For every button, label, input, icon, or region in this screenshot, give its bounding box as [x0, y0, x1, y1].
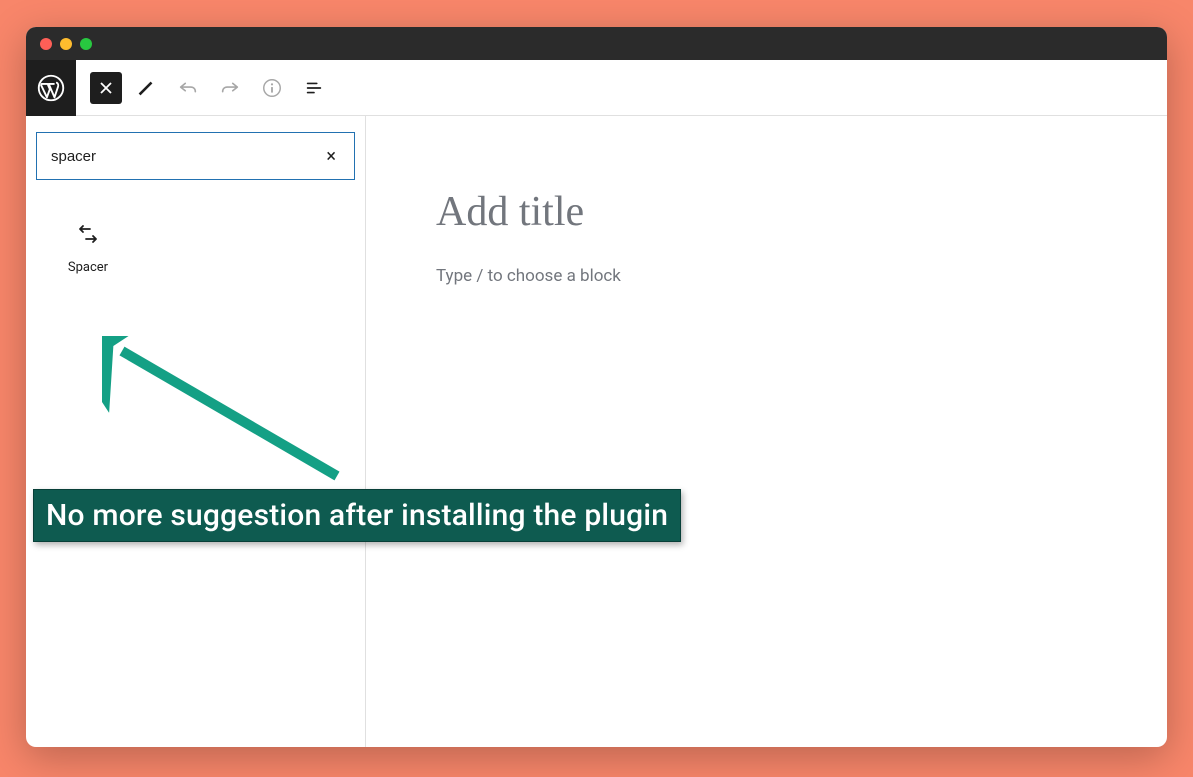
- block-item-label: Spacer: [68, 260, 108, 275]
- outline-button[interactable]: [296, 70, 332, 106]
- pencil-icon: [135, 77, 157, 99]
- block-search-input[interactable]: [51, 148, 322, 165]
- block-search-box: ×: [36, 132, 355, 180]
- edit-mode-button[interactable]: [128, 70, 164, 106]
- redo-icon: [219, 77, 241, 99]
- window-minimize-button[interactable]: [60, 38, 72, 50]
- info-button[interactable]: [254, 70, 290, 106]
- close-icon: [98, 80, 114, 96]
- search-clear-button[interactable]: ×: [322, 142, 340, 171]
- post-body-placeholder[interactable]: Type / to choose a block: [436, 266, 1167, 286]
- annotation-callout: No more suggestion after installing the …: [33, 489, 681, 542]
- editor-canvas[interactable]: Add title Type / to choose a block: [366, 116, 1167, 747]
- block-inserter-toggle[interactable]: [90, 72, 122, 104]
- app-window: × Spacer Add title Type / to choose a bl…: [26, 27, 1167, 747]
- post-title-placeholder[interactable]: Add title: [436, 188, 1167, 236]
- window-titlebar: [26, 27, 1167, 60]
- undo-button[interactable]: [170, 70, 206, 106]
- undo-icon: [177, 77, 199, 99]
- block-item-spacer[interactable]: Spacer: [36, 210, 140, 287]
- list-icon: [303, 77, 325, 99]
- window-close-button[interactable]: [40, 38, 52, 50]
- wordpress-icon: [37, 74, 65, 102]
- info-icon: [261, 77, 283, 99]
- window-maximize-button[interactable]: [80, 38, 92, 50]
- block-inserter-panel: × Spacer: [26, 116, 366, 747]
- editor-content: × Spacer Add title Type / to choose a bl…: [26, 116, 1167, 747]
- editor-toolbar: [26, 60, 1167, 116]
- wordpress-logo[interactable]: [26, 60, 76, 116]
- spacer-icon: [76, 222, 100, 246]
- block-results: Spacer: [36, 180, 355, 287]
- redo-button[interactable]: [212, 70, 248, 106]
- toolbar-buttons: [76, 70, 332, 106]
